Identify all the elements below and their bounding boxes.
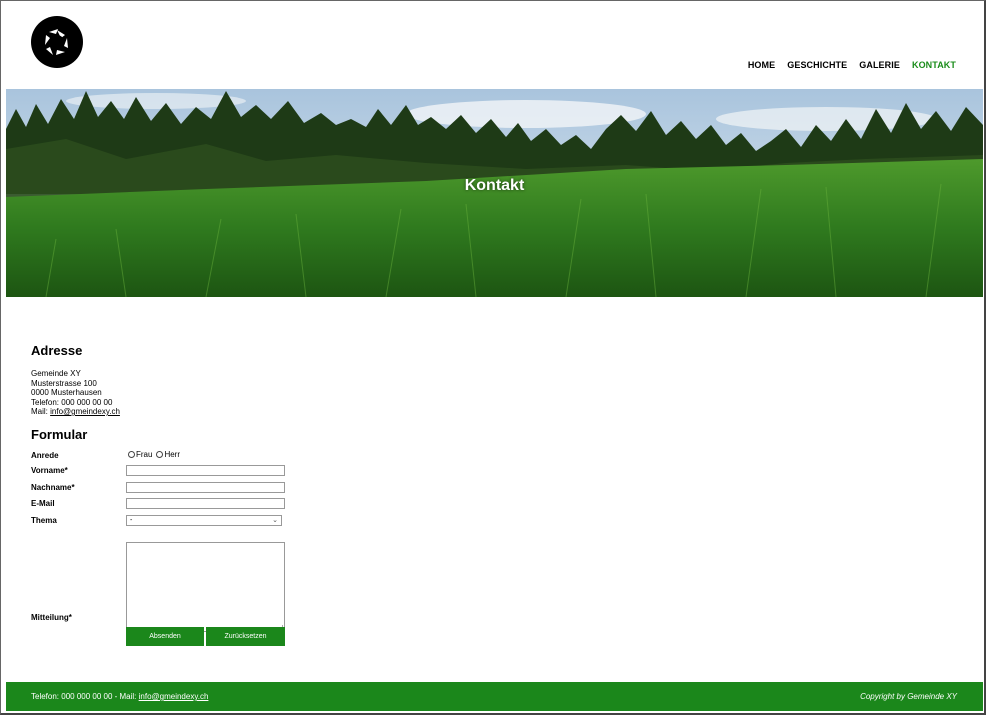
address-section: Adresse Gemeinde XY Musterstrasse 100 00…	[31, 343, 431, 442]
radio-frau-circle[interactable]	[128, 451, 135, 458]
topic-select-value: -	[130, 517, 133, 524]
footer-contact-text: Telefon: 000 000 00 00 - Mail:	[31, 692, 139, 701]
address-heading: Adresse	[31, 343, 83, 358]
address-line-2: Musterstrasse 100	[31, 378, 97, 388]
aperture-logo-icon[interactable]	[31, 16, 83, 68]
radio-frau-label: Frau	[136, 450, 153, 459]
address-line-1: Gemeinde XY	[31, 369, 81, 378]
nav-item-home[interactable]: HOME	[748, 60, 775, 70]
nav-item-galerie[interactable]: GALERIE	[859, 60, 900, 70]
salutation-label: Anrede	[31, 451, 59, 460]
radio-herr-circle[interactable]	[156, 451, 164, 458]
form-heading: Formular	[31, 426, 88, 442]
email-input[interactable]	[126, 498, 285, 509]
lastname-input[interactable]	[126, 482, 285, 493]
reset-button[interactable]: Zurücksetzen	[206, 627, 285, 646]
footer: Telefon: 000 000 00 00 - Mail: info@gmei…	[6, 682, 983, 711]
chevron-down-icon: ⌄	[272, 517, 278, 524]
submit-button[interactable]: Absenden	[126, 627, 204, 646]
footer-copyright: Copyright by Gemeinde XY	[860, 692, 957, 701]
radio-herr-label: Herr	[164, 450, 181, 459]
address-block: Gemeinde XY Musterstrasse 100 0000 Muste…	[31, 369, 431, 417]
form-buttons: Absenden Zurücksetzen	[126, 627, 286, 646]
lastname-label: Nachname*	[31, 483, 75, 492]
radio-herr[interactable]: Herr	[156, 450, 180, 459]
topic-label: Thema	[31, 516, 57, 525]
radio-frau[interactable]: Frau	[128, 450, 152, 459]
topic-select[interactable]: - ⌄	[126, 515, 282, 526]
firstname-label: Vorname*	[31, 466, 68, 475]
address-mail-prefix: Mail:	[31, 407, 51, 416]
message-label: Mitteilung*	[31, 613, 72, 622]
address-mail-row: Mail: info@gmeindexy.ch	[31, 407, 431, 417]
footer-contact: Telefon: 000 000 00 00 - Mail: info@gmei…	[31, 692, 208, 701]
nav-item-kontakt[interactable]: KONTAKT	[912, 60, 956, 70]
email-label: E-Mail	[31, 499, 55, 508]
main-nav: HOME GESCHICHTE GALERIE KONTAKT	[748, 60, 956, 70]
message-textarea[interactable]	[126, 542, 285, 632]
address-line-3: 0000 Musterhausen	[31, 388, 102, 397]
address-mail-link[interactable]: info@gmeindexy.ch	[50, 407, 120, 416]
footer-mail-link[interactable]: info@gmeindexy.ch	[139, 692, 209, 701]
salutation-group: Frau Herr	[128, 450, 184, 459]
firstname-input[interactable]	[126, 465, 285, 476]
address-phone: Telefon: 000 000 00 00	[31, 397, 113, 407]
hero-banner: Kontakt	[6, 89, 983, 297]
contact-form: Anrede Frau Herr Vorname* Nachname* E-Ma…	[31, 449, 331, 646]
nav-item-geschichte[interactable]: GESCHICHTE	[787, 60, 847, 70]
hero-title: Kontakt	[464, 177, 525, 194]
